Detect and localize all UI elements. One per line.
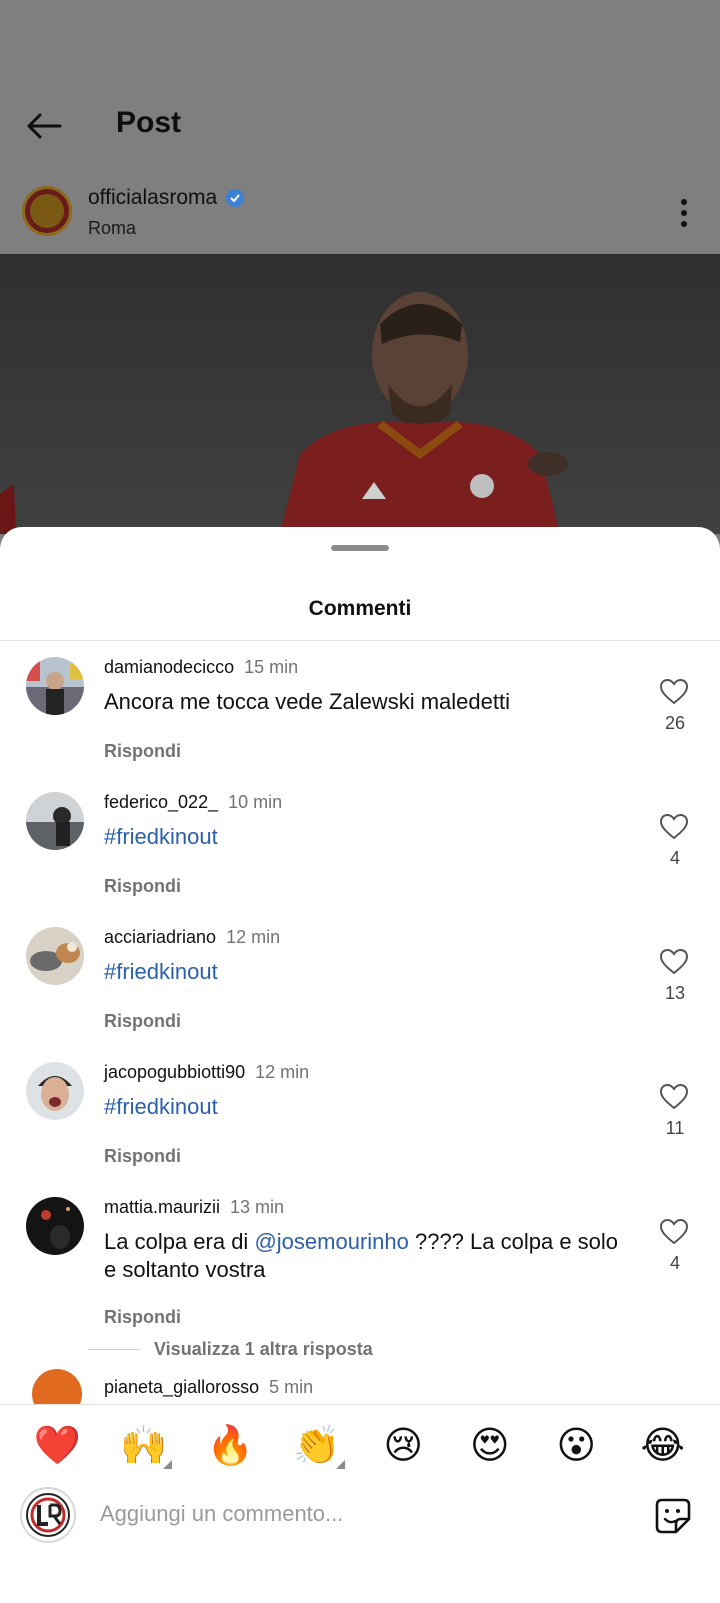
like-count: 11 <box>665 1118 685 1138</box>
back-arrow-icon[interactable] <box>24 106 64 146</box>
comment-username[interactable]: damianodecicco 15 min <box>104 657 298 678</box>
comment-text: La colpa era di @josemourinho ???? La co… <box>104 1229 619 1282</box>
like-heart-icon[interactable] <box>660 1219 688 1245</box>
comment-username[interactable]: jacopogubbiotti90 12 min <box>104 1062 309 1083</box>
my-avatar <box>20 1487 76 1543</box>
avatar[interactable] <box>26 657 84 715</box>
divider <box>88 1348 140 1350</box>
divider <box>0 640 720 641</box>
avatar[interactable] <box>26 1062 84 1120</box>
reply-button[interactable]: Rispondi <box>104 741 181 762</box>
fire-emoji-button[interactable]: 🔥 <box>200 1423 260 1469</box>
comment-text: Ancora me tocca vede Zalewski maledetti <box>104 689 510 714</box>
avatar[interactable] <box>26 1197 84 1255</box>
comment-hashtag[interactable]: #friedkinout <box>104 958 634 986</box>
like-count: 13 <box>664 983 686 1003</box>
comment-username[interactable]: mattia.maurizii 13 min <box>104 1197 284 1218</box>
author-name[interactable]: officialasroma <box>88 186 245 210</box>
avatar[interactable] <box>26 792 84 850</box>
comment-username[interactable]: federico_022_ 10 min <box>104 792 282 813</box>
verified-badge-icon <box>226 189 245 207</box>
reply-button[interactable]: Rispondi <box>104 1307 181 1328</box>
comment-composer: ❤️ 🙌 🔥 👏 😢 😍 😮 😂 Aggiungi un commento... <box>0 1404 720 1603</box>
page-title: Post <box>116 106 182 139</box>
like-heart-icon[interactable] <box>660 1084 688 1110</box>
crying-emoji-button[interactable]: 😢 <box>373 1423 433 1469</box>
sheet-title: Commenti <box>308 597 412 620</box>
like-heart-icon[interactable] <box>660 679 688 705</box>
comment-hashtag[interactable]: #friedkinout <box>104 823 634 851</box>
reply-button[interactable]: Rispondi <box>104 876 181 897</box>
comment-username[interactable]: acciariadriano 12 min <box>104 927 280 948</box>
heart-eyes-emoji-button[interactable]: 😍 <box>460 1423 520 1469</box>
like-heart-icon[interactable] <box>660 814 688 840</box>
like-count: 4 <box>669 848 680 868</box>
skin-tone-indicator-icon <box>335 1460 345 1469</box>
view-more-replies[interactable]: Visualizza 1 altra risposta <box>88 1337 373 1361</box>
surprised-emoji-button[interactable]: 😮 <box>546 1423 606 1469</box>
author-name-label: officialasroma <box>88 186 218 209</box>
like-heart-icon[interactable] <box>660 949 688 975</box>
avatar[interactable] <box>26 927 84 985</box>
more-options-icon[interactable] <box>680 198 688 228</box>
profile-logo-icon <box>26 1493 70 1537</box>
like-count: 26 <box>664 713 686 733</box>
skin-tone-indicator-icon <box>162 1460 172 1469</box>
author-avatar[interactable] <box>22 186 72 236</box>
post-photo <box>0 254 720 534</box>
reply-button[interactable]: Rispondi <box>104 1146 181 1167</box>
drag-handle[interactable] <box>331 545 389 551</box>
heart-emoji-button[interactable]: ❤️ <box>27 1423 87 1469</box>
comment-hashtag[interactable]: #friedkinout <box>104 1093 634 1121</box>
quick-reactions: ❤️ 🙌 🔥 👏 😢 😍 😮 😂 <box>0 1423 720 1469</box>
mention-link[interactable]: @josemourinho <box>254 1229 408 1254</box>
raised-hands-emoji-button[interactable]: 🙌 <box>114 1423 174 1469</box>
comment-username[interactable]: pianeta_giallorosso 5 min <box>104 1377 313 1398</box>
clap-emoji-button[interactable]: 👏 <box>287 1423 347 1469</box>
post-header: Post officialasroma Roma <box>0 0 720 254</box>
laughing-emoji-button[interactable]: 😂 <box>633 1423 693 1469</box>
sticker-icon[interactable] <box>654 1497 692 1535</box>
like-count: 4 <box>669 1253 680 1273</box>
post-location[interactable]: Roma <box>88 218 136 239</box>
view-more-label: Visualizza 1 altra risposta <box>154 1338 373 1359</box>
reply-button[interactable]: Rispondi <box>104 1011 181 1032</box>
comment-input[interactable]: Aggiungi un commento... <box>100 1501 343 1527</box>
